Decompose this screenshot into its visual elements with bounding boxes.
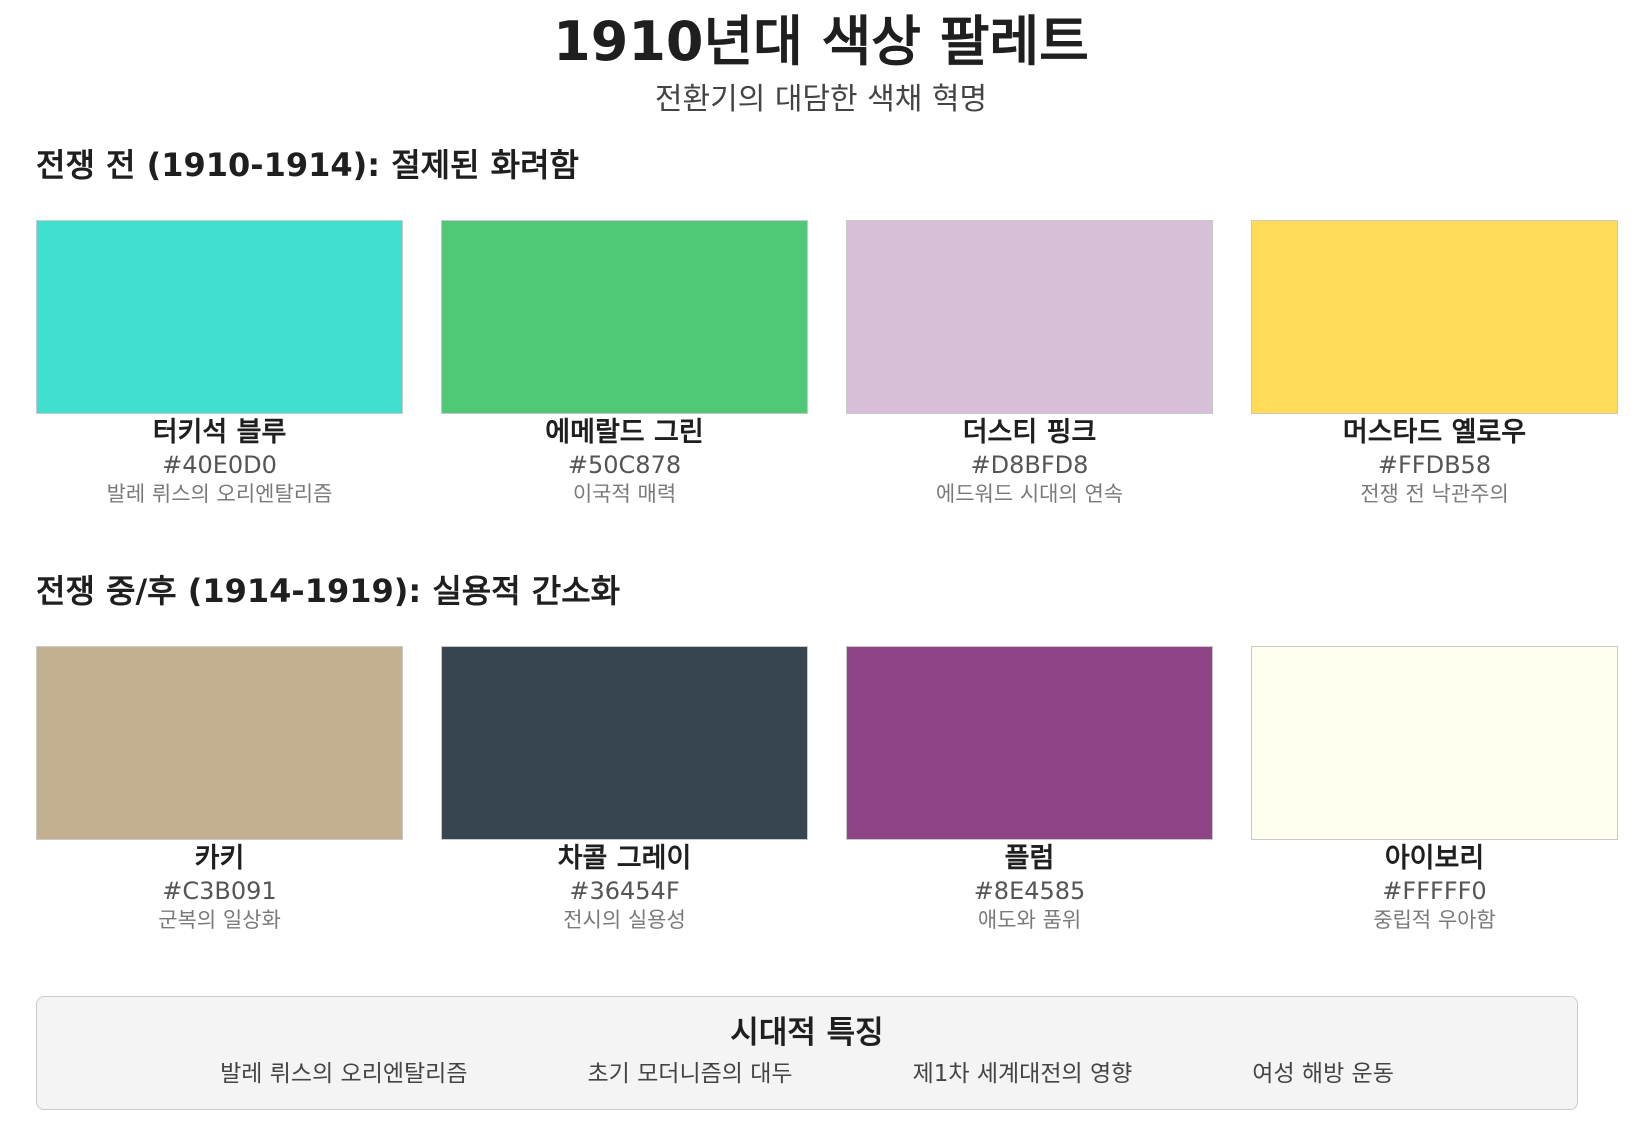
color-card: 차콜 그레이 #36454F 전시의 실용성 xyxy=(441,646,808,934)
swatch-row: 카키 #C3B091 군복의 일상화 차콜 그레이 #36454F 전시의 실용… xyxy=(36,646,1620,934)
page-subtitle: 전환기의 대담한 색채 혁명 xyxy=(654,82,988,117)
color-card: 에메랄드 그린 #50C878 이국적 매력 xyxy=(441,220,808,508)
color-hex: #FFFFF0 xyxy=(1382,877,1487,905)
section-wartime: 전쟁 중/후 (1914-1919): 실용적 간소화 카키 #C3B091 군… xyxy=(36,570,1620,934)
traits-title: 시대적 특징 xyxy=(730,1015,884,1051)
color-description: 군복의 일상화 xyxy=(158,908,281,932)
color-card: 터키석 블루 #40E0D0 발레 뤼스의 오리엔탈리즘 xyxy=(36,220,403,508)
traits-list: 발레 뤼스의 오리엔탈리즘 초기 모더니즘의 대두 제1차 세계대전의 영향 여… xyxy=(37,1059,1577,1089)
color-hex: #C3B091 xyxy=(162,877,277,905)
color-name: 더스티 핑크 xyxy=(962,417,1097,448)
trait-item: 제1차 세계대전의 영향 xyxy=(912,1061,1133,1087)
color-swatch xyxy=(36,646,403,840)
color-card: 더스티 핑크 #D8BFD8 에드워드 시대의 연속 xyxy=(846,220,1213,508)
color-card: 아이보리 #FFFFF0 중립적 우아함 xyxy=(1251,646,1618,934)
color-name: 터키석 블루 xyxy=(152,417,287,448)
color-hex: #40E0D0 xyxy=(162,451,277,479)
swatch-row: 터키석 블루 #40E0D0 발레 뤼스의 오리엔탈리즘 에메랄드 그린 #50… xyxy=(36,220,1620,508)
color-swatch xyxy=(441,646,808,840)
color-name: 차콜 그레이 xyxy=(557,843,692,874)
color-swatch xyxy=(36,220,403,414)
color-description: 발레 뤼스의 오리엔탈리즘 xyxy=(106,482,333,506)
page-header: 1910년대 색상 팔레트 전환기의 대담한 색채 혁명 xyxy=(0,0,1642,120)
color-hex: #50C878 xyxy=(567,451,682,479)
section-title: 전쟁 중/후 (1914-1919): 실용적 간소화 xyxy=(36,572,621,610)
color-card: 플럼 #8E4585 애도와 품위 xyxy=(846,646,1213,934)
color-name: 플럼 xyxy=(1004,843,1055,874)
color-description: 중립적 우아함 xyxy=(1373,908,1496,932)
color-description: 전시의 실용성 xyxy=(563,908,686,932)
section-prewar: 전쟁 전 (1910-1914): 절제된 화려함 터키석 블루 #40E0D0… xyxy=(36,144,1620,508)
color-hex: #8E4585 xyxy=(973,877,1086,905)
color-description: 에드워드 시대의 연속 xyxy=(935,482,1124,506)
trait-item: 초기 모더니즘의 대두 xyxy=(587,1061,793,1087)
section-title: 전쟁 전 (1910-1914): 절제된 화려함 xyxy=(36,146,579,184)
color-description: 전쟁 전 낙관주의 xyxy=(1360,482,1509,506)
color-card: 머스타드 옐로우 #FFDB58 전쟁 전 낙관주의 xyxy=(1251,220,1618,508)
era-traits-panel: 시대적 특징 발레 뤼스의 오리엔탈리즘 초기 모더니즘의 대두 제1차 세계대… xyxy=(36,996,1578,1110)
color-name: 아이보리 xyxy=(1384,843,1485,874)
color-hex: #36454F xyxy=(569,877,680,905)
trait-item: 발레 뤼스의 오리엔탈리즘 xyxy=(220,1061,468,1087)
color-hex: #D8BFD8 xyxy=(970,451,1089,479)
color-description: 이국적 매력 xyxy=(572,482,677,506)
color-swatch xyxy=(1251,220,1618,414)
color-swatch xyxy=(846,646,1213,840)
color-card: 카키 #C3B091 군복의 일상화 xyxy=(36,646,403,934)
trait-item: 여성 해방 운동 xyxy=(1252,1061,1394,1087)
color-name: 에메랄드 그린 xyxy=(545,417,704,448)
color-swatch xyxy=(846,220,1213,414)
color-hex: #FFDB58 xyxy=(1377,451,1492,479)
color-description: 애도와 품위 xyxy=(977,908,1082,932)
page-title: 1910년대 색상 팔레트 xyxy=(553,10,1089,73)
color-swatch xyxy=(1251,646,1618,840)
color-name: 머스타드 옐로우 xyxy=(1342,417,1527,448)
color-swatch xyxy=(441,220,808,414)
color-name: 카키 xyxy=(194,843,245,874)
